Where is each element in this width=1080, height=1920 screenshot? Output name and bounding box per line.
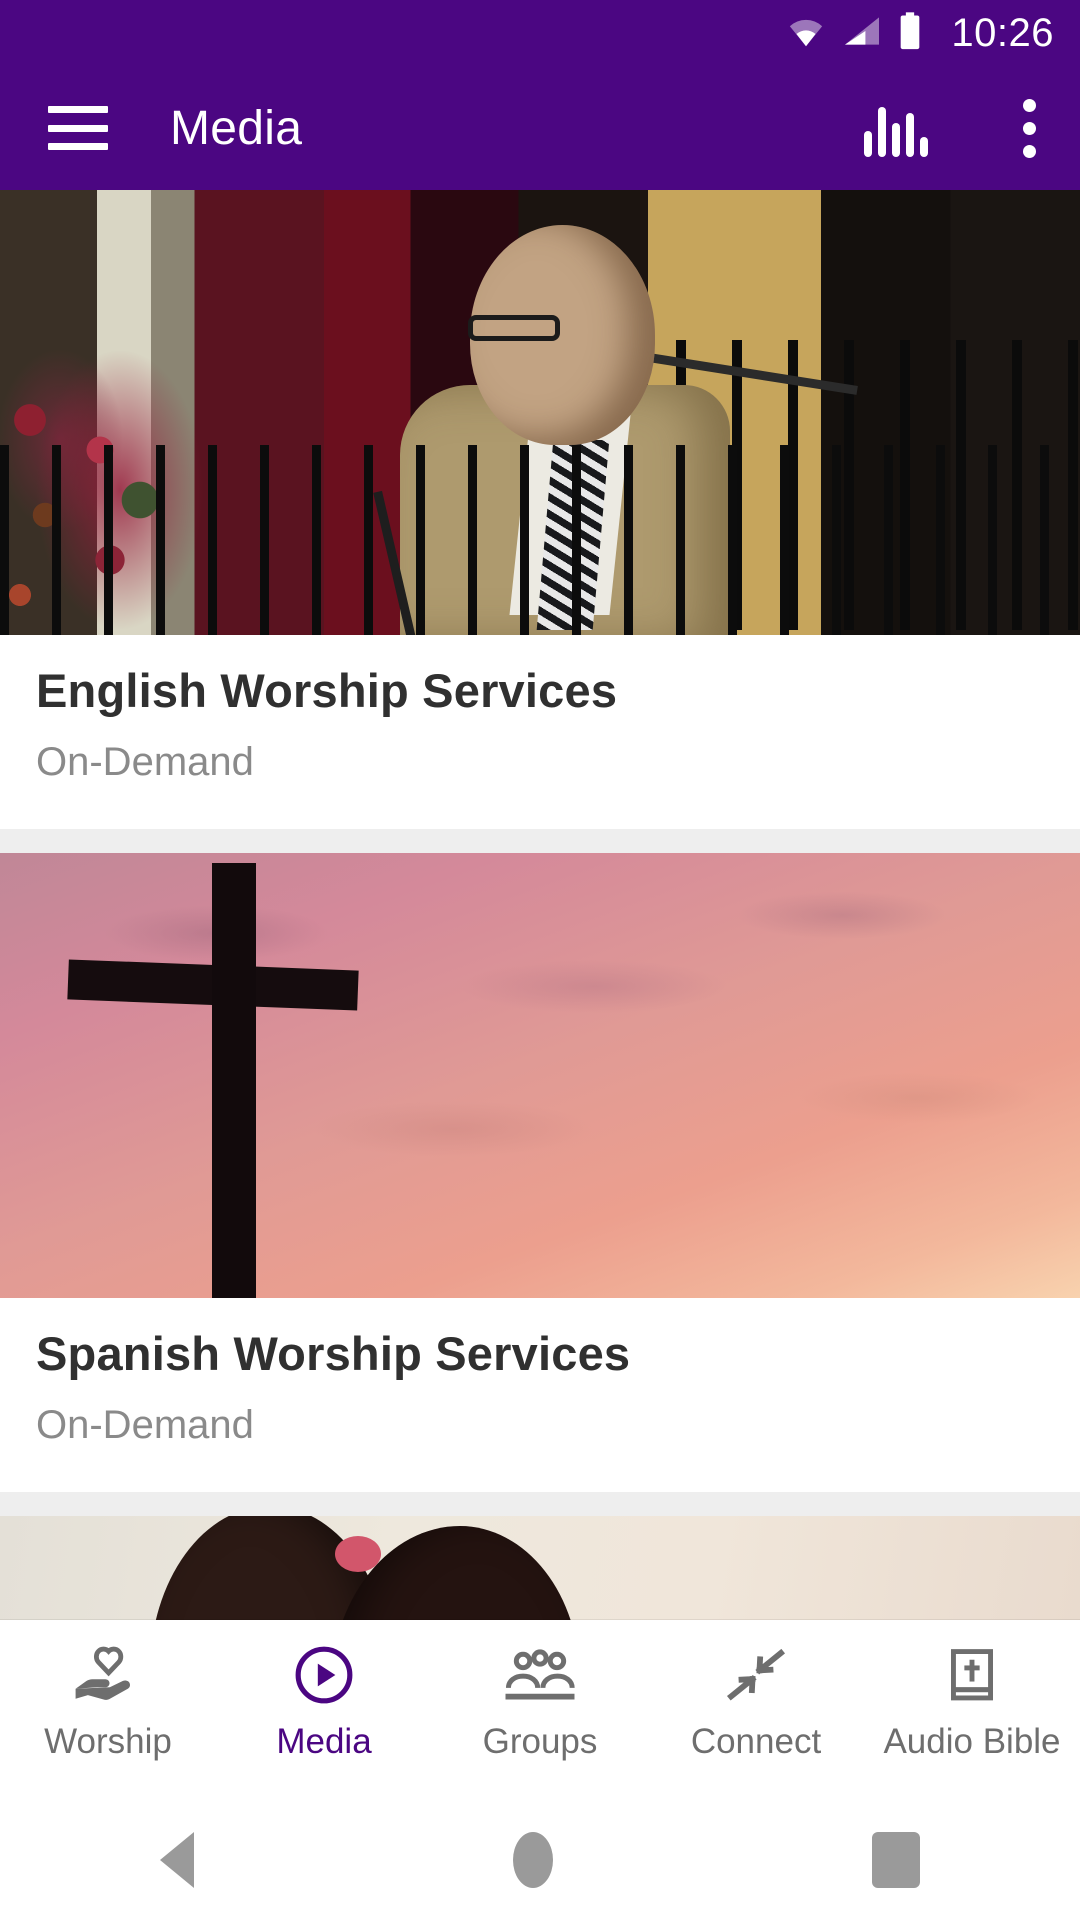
pulpit-speaker-image xyxy=(0,190,1080,635)
bible-book-icon xyxy=(942,1642,1002,1708)
cellular-signal-icon xyxy=(841,14,883,53)
card-divider xyxy=(0,1492,1080,1516)
media-card-thumbnail xyxy=(0,1516,1080,1620)
nav-label-audio-bible: Audio Bible xyxy=(883,1722,1061,1761)
media-list[interactable]: English Worship Services On-Demand Spani… xyxy=(0,190,1080,1620)
media-card-thumbnail xyxy=(0,853,1080,1298)
bottom-navigation-bar: Worship Media Groups Connect Audio Bible xyxy=(0,1620,1080,1800)
nav-label-media: Media xyxy=(276,1722,372,1761)
nav-item-media[interactable]: Media xyxy=(216,1620,432,1762)
status-bar-clock: 10:26 xyxy=(951,10,1054,55)
overflow-menu-icon[interactable] xyxy=(1004,93,1054,163)
media-card-body: Spanish Worship Services On-Demand xyxy=(0,1298,1080,1492)
page-title: Media xyxy=(170,101,303,155)
media-card-title: Spanish Worship Services xyxy=(36,1327,631,1380)
wifi-icon xyxy=(785,14,827,53)
nav-item-audio-bible[interactable]: Audio Bible xyxy=(864,1620,1080,1762)
media-card-subtitle: On-Demand xyxy=(36,1403,254,1447)
nav-item-groups[interactable]: Groups xyxy=(432,1620,648,1762)
converge-arrows-icon xyxy=(724,1642,788,1708)
nav-item-worship[interactable]: Worship xyxy=(0,1620,216,1762)
nav-label-worship: Worship xyxy=(44,1722,172,1761)
hamburger-menu-icon[interactable] xyxy=(48,106,108,150)
cross-sunset-image xyxy=(0,853,1080,1298)
android-system-navigation xyxy=(0,1800,1080,1920)
nav-item-connect[interactable]: Connect xyxy=(648,1620,864,1762)
audio-equalizer-icon[interactable] xyxy=(864,99,928,157)
recents-square-icon[interactable] xyxy=(872,1832,921,1888)
battery-icon xyxy=(897,11,923,55)
media-card[interactable]: English Worship Services On-Demand xyxy=(0,190,1080,829)
media-card-body: English Worship Services On-Demand xyxy=(0,635,1080,829)
media-card[interactable] xyxy=(0,1516,1080,1620)
nav-label-connect: Connect xyxy=(690,1722,822,1761)
media-card-title: English Worship Services xyxy=(36,664,618,717)
media-card-thumbnail xyxy=(0,190,1080,635)
media-card-subtitle: On-Demand xyxy=(36,740,254,784)
play-circle-icon xyxy=(293,1642,355,1708)
hand-heart-icon xyxy=(72,1642,144,1708)
media-card[interactable]: Spanish Worship Services On-Demand xyxy=(0,853,1080,1492)
nav-label-groups: Groups xyxy=(482,1722,598,1761)
app-screen: 10:26 Media English Worship Services On-… xyxy=(0,0,1080,1920)
friends-embracing-image xyxy=(0,1516,1080,1620)
status-bar-icons: 10:26 xyxy=(785,11,1054,56)
back-triangle-icon[interactable] xyxy=(159,1832,194,1888)
status-bar: 10:26 xyxy=(0,0,1080,66)
app-bar: Media xyxy=(0,66,1080,190)
card-divider xyxy=(0,829,1080,853)
people-group-icon xyxy=(502,1642,578,1708)
home-circle-icon[interactable] xyxy=(512,1832,553,1888)
